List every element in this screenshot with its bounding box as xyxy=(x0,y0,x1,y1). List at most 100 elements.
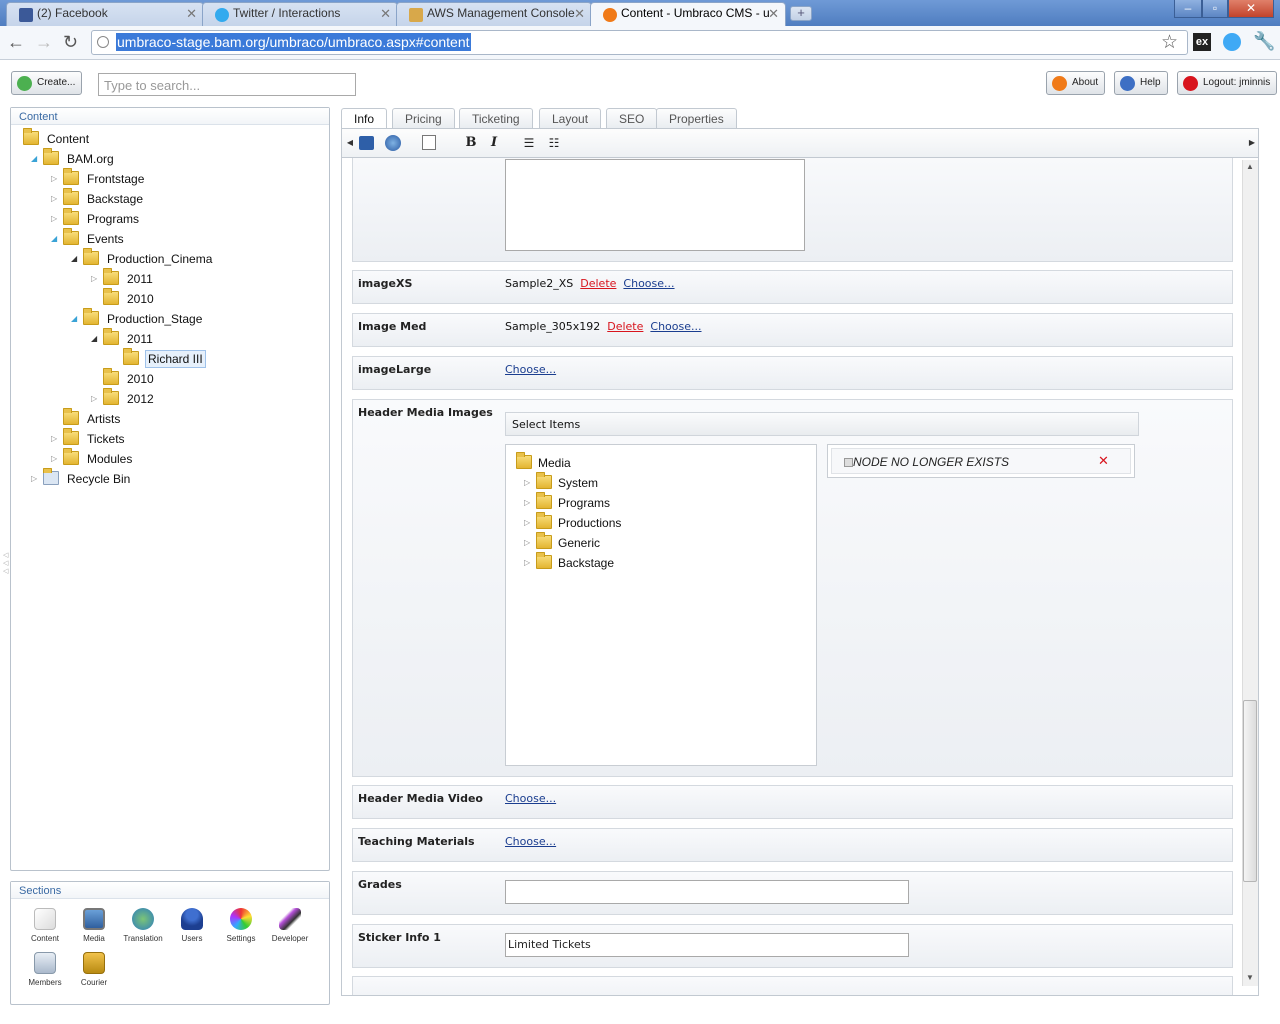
save-icon[interactable] xyxy=(359,136,374,150)
preview-icon[interactable] xyxy=(422,135,436,150)
bullet-list-icon[interactable]: ☰ xyxy=(520,135,538,151)
tree-node[interactable]: ▷ Tickets xyxy=(51,428,127,451)
expand-arrow-icon[interactable]: ▷ xyxy=(524,518,530,527)
create-button[interactable]: Create... xyxy=(11,71,83,95)
media-tree-node[interactable]: ▷ System xyxy=(524,472,598,495)
back-arrow-icon[interactable]: ← xyxy=(7,32,25,52)
extension-ex-icon[interactable]: ex xyxy=(1193,33,1211,51)
section-courier[interactable]: Courier xyxy=(70,952,118,987)
tab-twitter[interactable]: Twitter / Interactions ✕ xyxy=(202,2,398,26)
minimize-button[interactable]: – xyxy=(1174,0,1202,18)
collapse-arrow-icon[interactable]: ◢ xyxy=(51,234,57,243)
tab-pricing[interactable]: Pricing xyxy=(392,108,455,128)
new-tab-button[interactable]: + xyxy=(790,6,812,21)
help-button[interactable]: Help xyxy=(1114,71,1168,95)
toolbar-scroll-right-icon[interactable]: ▶ xyxy=(1243,135,1261,151)
imagemed-choose-link[interactable]: Choose... xyxy=(650,320,701,333)
about-button[interactable]: About xyxy=(1046,71,1106,95)
collapse-arrow-icon[interactable]: ◢ xyxy=(71,254,77,263)
expand-arrow-icon[interactable]: ▷ xyxy=(524,498,530,507)
tab-seo[interactable]: SEO xyxy=(606,108,658,128)
close-icon[interactable]: ✕ xyxy=(768,6,779,22)
sticker-info-1-input[interactable]: Limited Tickets xyxy=(505,933,909,957)
tree-node[interactable]: ◢ Production_Stage xyxy=(71,308,204,331)
extension-skype-icon[interactable] xyxy=(1223,33,1241,51)
section-members[interactable]: Members xyxy=(21,952,69,987)
tab-aws[interactable]: AWS Management Console ✕ xyxy=(396,2,592,26)
section-content[interactable]: Content xyxy=(21,908,69,943)
section-users[interactable]: Users xyxy=(168,908,216,943)
scroll-up-icon[interactable]: ▲ xyxy=(1246,162,1254,171)
collapse-arrow-icon[interactable]: ◢ xyxy=(91,334,97,343)
grades-input[interactable] xyxy=(505,880,909,904)
page-info-icon[interactable] xyxy=(97,36,109,48)
maximize-button[interactable]: ▫ xyxy=(1202,0,1228,18)
expand-arrow-icon[interactable]: ▷ xyxy=(51,174,57,183)
reload-icon[interactable]: ↻ xyxy=(63,32,78,52)
expand-arrow-icon[interactable]: ▷ xyxy=(91,394,97,403)
expand-arrow-icon[interactable]: ▷ xyxy=(51,434,57,443)
section-media[interactable]: Media xyxy=(70,908,118,943)
italic-button[interactable]: I xyxy=(485,135,503,151)
expand-arrow-icon[interactable]: ▷ xyxy=(51,194,57,203)
tree-node[interactable]: ▷ Backstage xyxy=(51,188,145,211)
tree-node[interactable]: ▷ Modules xyxy=(51,448,134,471)
collapse-arrow-icon[interactable]: ◢ xyxy=(71,314,77,323)
tree-node[interactable]: ▷ Recycle Bin xyxy=(31,468,132,491)
search-input[interactable]: Type to search... xyxy=(98,73,356,96)
imagelarge-choose-link[interactable]: Choose... xyxy=(505,363,556,376)
tree-node[interactable]: 2010 xyxy=(103,288,156,311)
remove-item-icon[interactable]: ✕ xyxy=(1098,453,1109,469)
bold-button[interactable]: B xyxy=(462,135,480,151)
tree-node[interactable]: ◢ Events xyxy=(51,228,126,251)
tree-node[interactable]: Content xyxy=(23,128,91,151)
close-icon[interactable]: ✕ xyxy=(186,6,197,22)
bookmark-star-icon[interactable]: ☆ xyxy=(1161,31,1178,54)
teaching-materials-choose-link[interactable]: Choose... xyxy=(505,835,556,848)
media-tree-node[interactable]: ▷ Generic xyxy=(524,532,600,555)
richtext-area[interactable] xyxy=(505,159,805,251)
save-publish-icon[interactable] xyxy=(385,135,401,151)
expand-arrow-icon[interactable]: ▷ xyxy=(91,274,97,283)
media-tree-node[interactable]: ▷ Backstage xyxy=(524,552,614,575)
close-icon[interactable]: ✕ xyxy=(574,6,585,22)
splitter-handle[interactable]: ◁ ◁ ◁ xyxy=(3,552,8,576)
close-icon[interactable]: ✕ xyxy=(380,6,391,22)
imagexs-delete-link[interactable]: Delete xyxy=(580,277,616,290)
url-text[interactable]: umbraco-stage.bam.org/umbraco/umbraco.as… xyxy=(116,33,471,51)
tab-facebook[interactable]: (2) Facebook ✕ xyxy=(6,2,204,26)
expand-arrow-icon[interactable]: ▷ xyxy=(524,478,530,487)
numbered-list-icon[interactable]: ☷ xyxy=(545,135,563,151)
scrollbar-thumb[interactable] xyxy=(1243,700,1257,882)
section-settings[interactable]: Settings xyxy=(217,908,265,943)
tab-layout[interactable]: Layout xyxy=(539,108,602,128)
collapse-arrow-icon[interactable]: ◢ xyxy=(31,154,37,163)
tab-umbraco[interactable]: Content - Umbraco CMS - u ✕ xyxy=(590,2,786,27)
tab-ticketing[interactable]: Ticketing xyxy=(459,108,533,128)
logout-button[interactable]: Logout: jminnis xyxy=(1177,71,1278,95)
toolbar-scroll-left-icon[interactable]: ◀ xyxy=(341,135,359,151)
expand-arrow-icon[interactable]: ▷ xyxy=(524,538,530,547)
section-developer[interactable]: Developer xyxy=(266,908,314,943)
forward-arrow-icon[interactable]: → xyxy=(35,32,53,52)
window-close-button[interactable]: ✕ xyxy=(1228,0,1274,18)
expand-arrow-icon[interactable]: ▷ xyxy=(524,558,530,567)
imagexs-choose-link[interactable]: Choose... xyxy=(623,277,674,290)
expand-arrow-icon[interactable]: ▷ xyxy=(51,454,57,463)
expand-arrow-icon[interactable]: ▷ xyxy=(51,214,57,223)
media-tree-node[interactable]: ▷ Productions xyxy=(524,512,621,535)
tab-properties[interactable]: Properties xyxy=(656,108,737,128)
tab-info[interactable]: Info xyxy=(341,108,388,129)
media-tree-node[interactable]: ▷ Programs xyxy=(524,492,610,515)
wrench-icon[interactable]: 🔧 xyxy=(1253,31,1275,52)
header-media-video-choose-link[interactable]: Choose... xyxy=(505,792,556,805)
tree-node[interactable]: ▷ Frontstage xyxy=(51,168,146,191)
scroll-down-icon[interactable]: ▼ xyxy=(1246,973,1254,982)
tree-node[interactable]: ▷ 2012 xyxy=(91,388,156,411)
tree-node[interactable]: Richard III xyxy=(123,348,206,371)
tree-node[interactable]: ◢ BAM.org xyxy=(31,148,116,171)
section-translation[interactable]: Translation xyxy=(119,908,167,943)
tree-node[interactable]: ▷ Programs xyxy=(51,208,141,231)
imagemed-delete-link[interactable]: Delete xyxy=(607,320,643,333)
expand-arrow-icon[interactable]: ▷ xyxy=(31,474,37,483)
